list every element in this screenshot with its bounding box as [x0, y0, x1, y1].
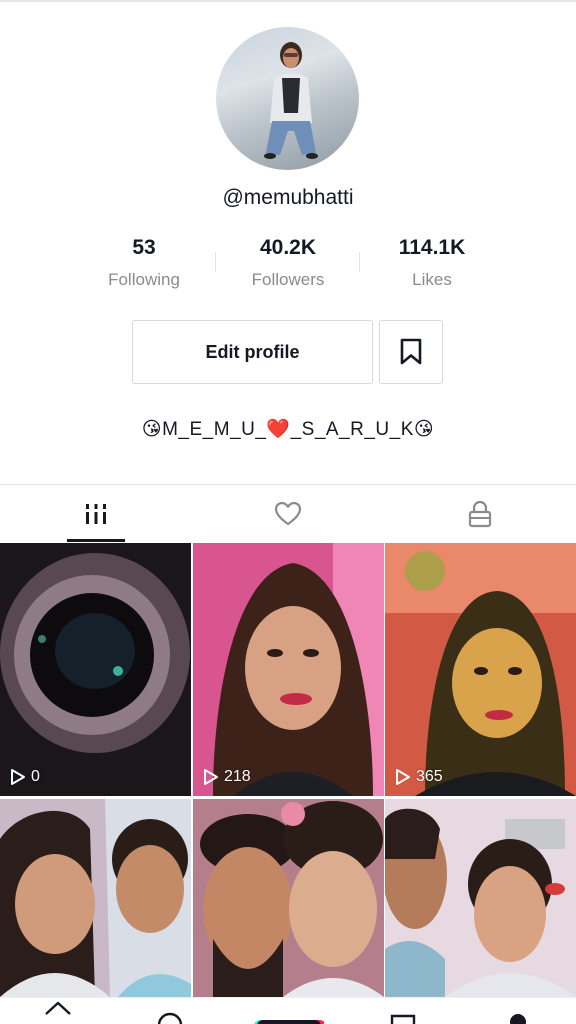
- profile-username: @memubhatti: [222, 186, 354, 209]
- avatar[interactable]: [216, 27, 359, 170]
- video-preview: [385, 543, 576, 796]
- profile-icon: [510, 1014, 526, 1024]
- lock-icon: [468, 500, 492, 528]
- video-preview: [0, 799, 191, 997]
- inbox-icon: [390, 1014, 416, 1024]
- tab-liked[interactable]: [192, 485, 384, 543]
- status-divider: [0, 0, 576, 2]
- view-count-text: 218: [224, 768, 251, 785]
- play-icon: [11, 769, 25, 785]
- active-tab-indicator: [67, 539, 125, 542]
- stat-likes[interactable]: 114.1K Likes: [357, 236, 507, 290]
- nav-inbox[interactable]: [375, 998, 431, 1024]
- video-preview: [0, 543, 191, 796]
- view-count-text: 365: [416, 768, 443, 785]
- video-thumbnail[interactable]: [193, 799, 384, 997]
- nav-home[interactable]: [30, 998, 86, 1024]
- video-grid: 0 218 365: [0, 543, 576, 997]
- bottom-navigation: [0, 997, 576, 1024]
- tab-private[interactable]: [384, 485, 576, 543]
- video-preview: [193, 799, 384, 997]
- play-icon: [396, 769, 410, 785]
- followers-label: Followers: [251, 270, 325, 289]
- videos-grid-icon: [86, 504, 106, 524]
- edit-profile-button[interactable]: Edit profile: [132, 320, 373, 384]
- bookmark-icon: [400, 338, 422, 365]
- view-count: 365: [395, 768, 443, 786]
- profile-bio: 😘M_E_M_U_❤️_S_A_R_U_K😘: [141, 419, 435, 440]
- favorites-button[interactable]: [379, 320, 443, 384]
- play-icon: [204, 769, 218, 785]
- video-thumbnail[interactable]: [0, 799, 191, 997]
- following-label: Following: [108, 270, 180, 289]
- nav-create[interactable]: [252, 998, 324, 1024]
- stat-followers[interactable]: 40.2K Followers: [213, 236, 363, 290]
- video-thumbnail[interactable]: 218: [193, 543, 384, 796]
- create-icon: [254, 1020, 324, 1024]
- likes-label: Likes: [412, 270, 452, 289]
- heart-icon: [274, 501, 302, 526]
- video-preview: [193, 543, 384, 796]
- profile-tabs: [0, 484, 576, 543]
- discover-icon: [157, 1012, 183, 1024]
- video-thumbnail[interactable]: 365: [385, 543, 576, 796]
- video-thumbnail[interactable]: [385, 799, 576, 997]
- stat-following[interactable]: 53 Following: [69, 236, 219, 290]
- tab-videos[interactable]: [0, 485, 192, 543]
- nav-profile[interactable]: [490, 998, 546, 1024]
- home-icon: [45, 1001, 71, 1015]
- video-preview: [385, 799, 576, 997]
- view-count: 0: [10, 768, 40, 786]
- nav-discover[interactable]: [142, 998, 198, 1024]
- view-count: 218: [203, 768, 251, 786]
- avatar-photo: [264, 42, 318, 159]
- view-count-text: 0: [31, 768, 40, 785]
- followers-count: 40.2K: [259, 236, 317, 259]
- likes-count: 114.1K: [398, 236, 466, 259]
- video-thumbnail[interactable]: 0: [0, 543, 191, 796]
- following-count: 53: [132, 236, 156, 259]
